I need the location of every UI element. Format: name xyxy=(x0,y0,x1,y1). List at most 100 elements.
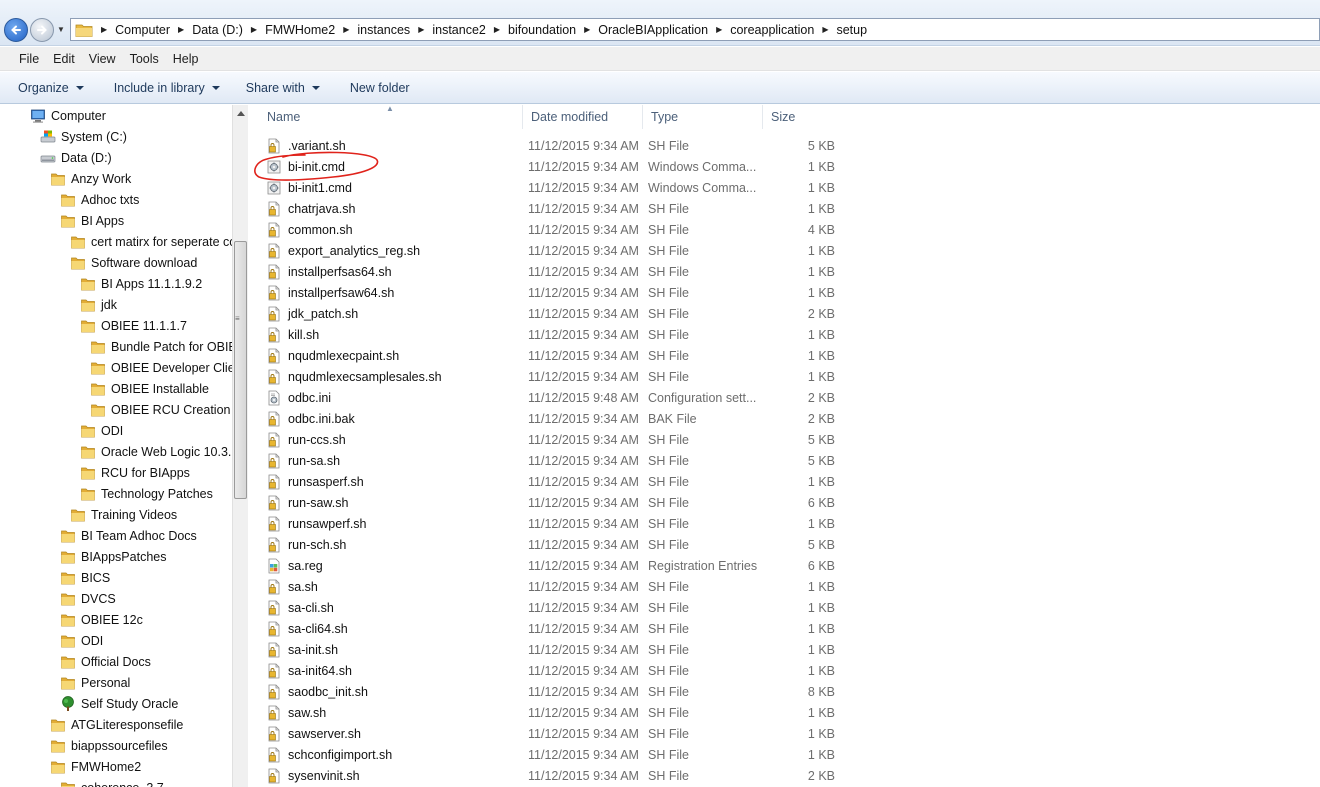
menu-view[interactable]: View xyxy=(82,52,123,66)
nav-tree-item[interactable]: Bundle Patch for OBIEE xyxy=(90,336,245,357)
file-row[interactable]: .variant.sh 11/12/2015 9:34 AM SH File 5 KB xyxy=(248,135,848,156)
file-row[interactable]: bi-init.cmd 11/12/2015 9:34 AM Windows Com… xyxy=(248,156,848,177)
navigation-pane[interactable]: Computer System (C:) Data (D:) Anzy Work Adh… xyxy=(0,105,248,787)
file-row[interactable]: run-sa.sh 11/12/2015 9:34 AM SH File 5 KB xyxy=(248,450,848,471)
menu-edit[interactable]: Edit xyxy=(46,52,82,66)
nav-tree-item[interactable]: Training Videos xyxy=(70,504,177,525)
file-row[interactable]: jdk_patch.sh 11/12/2015 9:34 AM SH File 2 K… xyxy=(248,303,848,324)
file-row[interactable]: nqudmlexecpaint.sh 11/12/2015 9:34 AM SH F… xyxy=(248,345,848,366)
nav-tree-item[interactable]: ODI xyxy=(60,630,103,651)
nav-tree-item[interactable]: OBIEE RCU Creation Ut xyxy=(90,399,246,420)
file-row[interactable]: sa-cli.sh 11/12/2015 9:34 AM SH File 1 KB xyxy=(248,597,848,618)
file-row[interactable]: sysenvinit.sh 11/12/2015 9:34 AM SH File 2 … xyxy=(248,765,848,786)
breadcrumb-chevron-icon[interactable]: ▶ xyxy=(716,25,722,34)
column-header-date[interactable]: Date modified xyxy=(523,105,643,129)
breadcrumb-item[interactable]: ▶ coreapplication xyxy=(714,23,820,37)
nav-tree-item[interactable]: OBIEE Installable xyxy=(90,378,209,399)
breadcrumb-chevron-icon[interactable]: ▶ xyxy=(494,25,500,34)
nav-tree-item[interactable]: Anzy Work xyxy=(50,168,131,189)
nav-tree-item[interactable]: Personal xyxy=(60,672,130,693)
file-row[interactable]: sa.sh 11/12/2015 9:34 AM SH File 1 KB xyxy=(248,576,848,597)
file-row[interactable]: sa-init.sh 11/12/2015 9:34 AM SH File 1 KB xyxy=(248,639,848,660)
file-row[interactable]: sa-cli64.sh 11/12/2015 9:34 AM SH File 1 KB xyxy=(248,618,848,639)
breadcrumb-item[interactable]: ▶ Computer xyxy=(99,23,176,37)
file-row[interactable]: odbc.ini 11/12/2015 9:48 AM Configuration … xyxy=(248,387,848,408)
file-row[interactable]: common.sh 11/12/2015 9:34 AM SH File 4 KB xyxy=(248,219,848,240)
file-row[interactable]: sa.reg 11/12/2015 9:34 AM Registration Ent… xyxy=(248,555,848,576)
menu-file[interactable]: File xyxy=(12,52,46,66)
nav-tree-item[interactable]: OBIEE 11.1.1.7 xyxy=(80,315,187,336)
menu-tools[interactable]: Tools xyxy=(123,52,166,66)
nav-tree-item[interactable]: OBIEE 12c xyxy=(60,609,143,630)
file-list[interactable]: Name ▲ Date modified Type Size .variant.… xyxy=(248,105,1320,787)
file-row[interactable]: run-saw.sh 11/12/2015 9:34 AM SH File 6 KB xyxy=(248,492,848,513)
nav-tree-item[interactable]: FMWHome2 xyxy=(50,756,141,777)
nav-tree-item[interactable]: DVCS xyxy=(60,588,116,609)
file-row[interactable]: runsasperf.sh 11/12/2015 9:34 AM SH File 1 … xyxy=(248,471,848,492)
breadcrumb-item[interactable]: ▶ FMWHome2 xyxy=(249,23,341,37)
file-row[interactable]: saw.sh 11/12/2015 9:34 AM SH File 1 KB xyxy=(248,702,848,723)
file-row[interactable]: bi-init1.cmd 11/12/2015 9:34 AM Windows Co… xyxy=(248,177,848,198)
nav-tree-item[interactable]: BI Apps xyxy=(60,210,124,231)
column-header-size[interactable]: Size xyxy=(763,105,841,129)
file-row[interactable]: export_analytics_reg.sh 11/12/2015 9:34 A… xyxy=(248,240,848,261)
nav-tree-item[interactable]: BI Apps 11.1.1.9.2 xyxy=(80,273,202,294)
breadcrumb-item[interactable]: ▶ Data (D:) xyxy=(176,23,249,37)
nav-tree-item[interactable]: jdk xyxy=(80,294,117,315)
file-row[interactable]: run-ccs.sh 11/12/2015 9:34 AM SH File 5 KB xyxy=(248,429,848,450)
nav-tree-item[interactable]: BICS xyxy=(60,567,110,588)
file-row[interactable]: odbc.ini.bak 11/12/2015 9:34 AM BAK File 2 … xyxy=(248,408,848,429)
file-row[interactable]: sawserver.sh 11/12/2015 9:34 AM SH File 1 K… xyxy=(248,723,848,744)
column-header-type[interactable]: Type xyxy=(643,105,763,129)
menu-help[interactable]: Help xyxy=(166,52,206,66)
back-button[interactable] xyxy=(4,18,28,42)
nav-tree-item[interactable]: BI Team Adhoc Docs xyxy=(60,525,197,546)
organize-button[interactable]: Organize xyxy=(10,81,92,95)
breadcrumb-chevron-icon[interactable]: ▶ xyxy=(101,25,107,34)
breadcrumb-item[interactable]: ▶ setup xyxy=(820,23,873,37)
nav-tree-item[interactable]: Technology Patches xyxy=(80,483,213,504)
share-with-button[interactable]: Share with xyxy=(238,81,328,95)
new-folder-button[interactable]: New folder xyxy=(342,81,418,95)
nav-tree-item[interactable]: OBIEE Developer Client xyxy=(90,357,245,378)
file-row[interactable]: installperfsas64.sh 11/12/2015 9:34 AM SH … xyxy=(248,261,848,282)
breadcrumb-chevron-icon[interactable]: ▶ xyxy=(343,25,349,34)
nav-tree-item[interactable]: Self Study Oracle xyxy=(60,693,178,714)
nav-tree-item[interactable]: biappssourcefiles xyxy=(50,735,168,756)
nav-tree-item[interactable]: Official Docs xyxy=(60,651,151,672)
nav-tree-item[interactable]: Software download xyxy=(70,252,197,273)
nav-tree-item[interactable]: cert matirx for seperate cor xyxy=(70,231,240,252)
file-row[interactable]: installperfsaw64.sh 11/12/2015 9:34 AM SH … xyxy=(248,282,848,303)
nav-tree-item[interactable]: System (C:) xyxy=(40,126,127,147)
file-row[interactable]: sa-init64.sh 11/12/2015 9:34 AM SH File 1 K… xyxy=(248,660,848,681)
breadcrumb-chevron-icon[interactable]: ▶ xyxy=(418,25,424,34)
nav-tree-item[interactable]: coherence_3.7 xyxy=(60,777,164,787)
breadcrumb-item[interactable]: ▶ instance2 xyxy=(416,23,492,37)
file-row[interactable]: runsawperf.sh 11/12/2015 9:34 AM SH File 1 … xyxy=(248,513,848,534)
breadcrumb-item[interactable]: ▶ instances xyxy=(341,23,416,37)
file-row[interactable]: chatrjava.sh 11/12/2015 9:34 AM SH File 1 K… xyxy=(248,198,848,219)
nav-tree-item[interactable]: ATGLiteresponsefile xyxy=(50,714,183,735)
file-row[interactable]: nqudmlexecsamplesales.sh 11/12/2015 9:34 … xyxy=(248,366,848,387)
file-row[interactable]: saodbc_init.sh 11/12/2015 9:34 AM SH File 8… xyxy=(248,681,848,702)
file-row[interactable]: run-sch.sh 11/12/2015 9:34 AM SH File 5 KB xyxy=(248,534,848,555)
nav-tree-item[interactable]: Oracle Web Logic 10.3.6 xyxy=(80,441,238,462)
recent-pages-dropdown[interactable]: ▼ xyxy=(57,25,67,35)
nav-tree-item[interactable]: BIAppsPatches xyxy=(60,546,166,567)
nav-tree-item[interactable]: Data (D:) xyxy=(40,147,112,168)
nav-tree-item[interactable]: Computer xyxy=(30,105,106,126)
breadcrumb-item[interactable]: ▶ bifoundation xyxy=(492,23,582,37)
scrollbar-thumb[interactable] xyxy=(234,241,247,499)
breadcrumb-chevron-icon[interactable]: ▶ xyxy=(178,25,184,34)
navigation-scrollbar[interactable]: ≡ xyxy=(232,105,248,787)
nav-tree-item[interactable]: ODI xyxy=(80,420,123,441)
file-row[interactable]: kill.sh 11/12/2015 9:34 AM SH File 1 KB xyxy=(248,324,848,345)
scroll-up-icon[interactable] xyxy=(237,111,245,116)
nav-tree-item[interactable]: RCU for BIApps xyxy=(80,462,190,483)
nav-tree-item[interactable]: Adhoc txts xyxy=(60,189,139,210)
address-field[interactable]: ▶ Computer ▶ Data (D:) ▶ FMWHome2 ▶ instances ▶ i… xyxy=(70,18,1320,41)
forward-button[interactable] xyxy=(30,18,54,42)
breadcrumb-chevron-icon[interactable]: ▶ xyxy=(584,25,590,34)
include-in-library-button[interactable]: Include in library xyxy=(106,81,228,95)
file-row[interactable]: schconfigimport.sh 11/12/2015 9:34 AM SH F… xyxy=(248,744,848,765)
